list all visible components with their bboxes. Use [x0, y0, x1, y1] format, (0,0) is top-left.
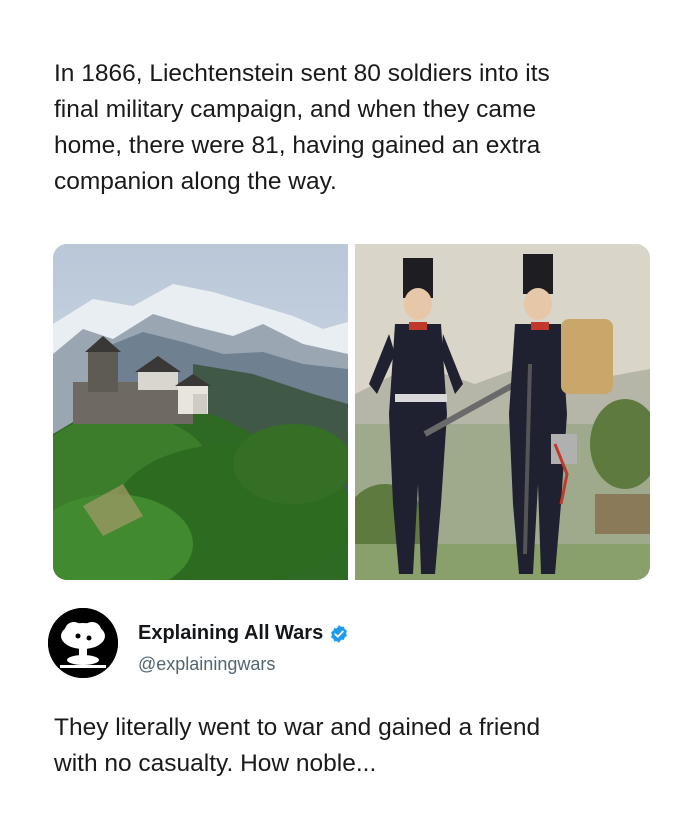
soldiers-image[interactable]	[355, 244, 650, 580]
avatar[interactable]	[48, 608, 118, 678]
post-author[interactable]: Explaining All Wars @explainingwars	[48, 608, 648, 680]
soldiers-illustration-icon	[355, 244, 650, 580]
castle-image[interactable]	[53, 244, 348, 580]
handle[interactable]: @explainingwars	[138, 654, 275, 675]
mushroom-cloud-icon	[48, 608, 118, 678]
media-gallery[interactable]	[53, 244, 650, 580]
name-row: Explaining All Wars	[138, 622, 349, 645]
post-text: They literally went to war and gained a …	[54, 714, 541, 777]
verified-badge-icon	[331, 624, 348, 643]
display-name[interactable]: Explaining All Wars	[138, 622, 323, 645]
castle-mountain-photo-icon	[53, 244, 348, 580]
quoted-post-text: In 1866, Liechtenstein sent 80 soldiers …	[54, 60, 550, 195]
